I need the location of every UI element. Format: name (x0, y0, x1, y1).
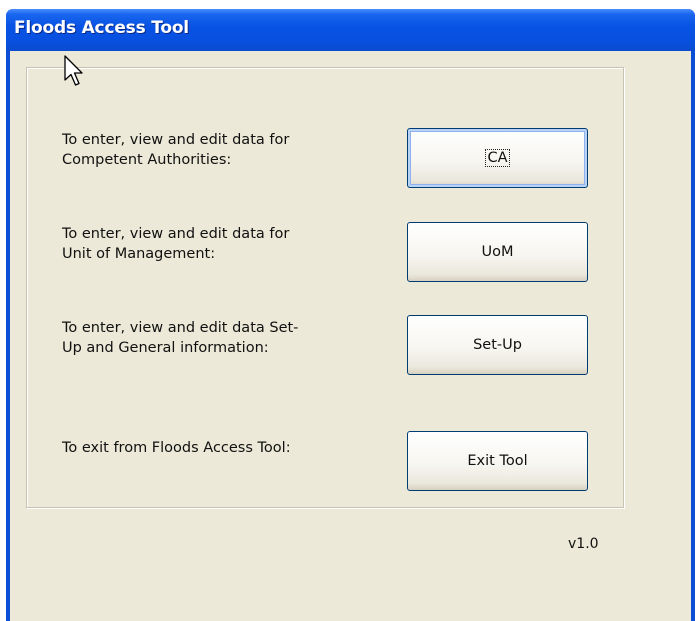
main-form: To enter, view and edit data for Compete… (10, 51, 691, 621)
ca-button-label: CA (485, 149, 510, 167)
window-title: Floods Access Tool (14, 18, 189, 38)
exit-tool-button[interactable]: Exit Tool (407, 431, 588, 491)
exit-tool-button-label: Exit Tool (467, 453, 528, 469)
setup-description: To enter, view and edit data Set- Up and… (62, 320, 299, 356)
uom-button[interactable]: UoM (407, 222, 588, 282)
mouse-pointer-icon (64, 55, 83, 86)
title-bar[interactable]: Floods Access Tool (6, 9, 695, 51)
ca-button[interactable]: CA (407, 128, 588, 188)
uom-button-label: UoM (481, 244, 514, 260)
ca-description: To enter, view and edit data for Compete… (62, 132, 290, 168)
options-group: To enter, view and edit data for Compete… (26, 67, 624, 508)
setup-button-label: Set-Up (473, 337, 522, 353)
setup-button[interactable]: Set-Up (407, 315, 588, 375)
version-label: v1.0 (568, 536, 599, 552)
uom-description: To enter, view and edit data for Unit of… (62, 226, 290, 262)
exit-description: To exit from Floods Access Tool: (62, 440, 291, 456)
app-window: Floods Access Tool To enter, view and ed… (6, 9, 695, 621)
